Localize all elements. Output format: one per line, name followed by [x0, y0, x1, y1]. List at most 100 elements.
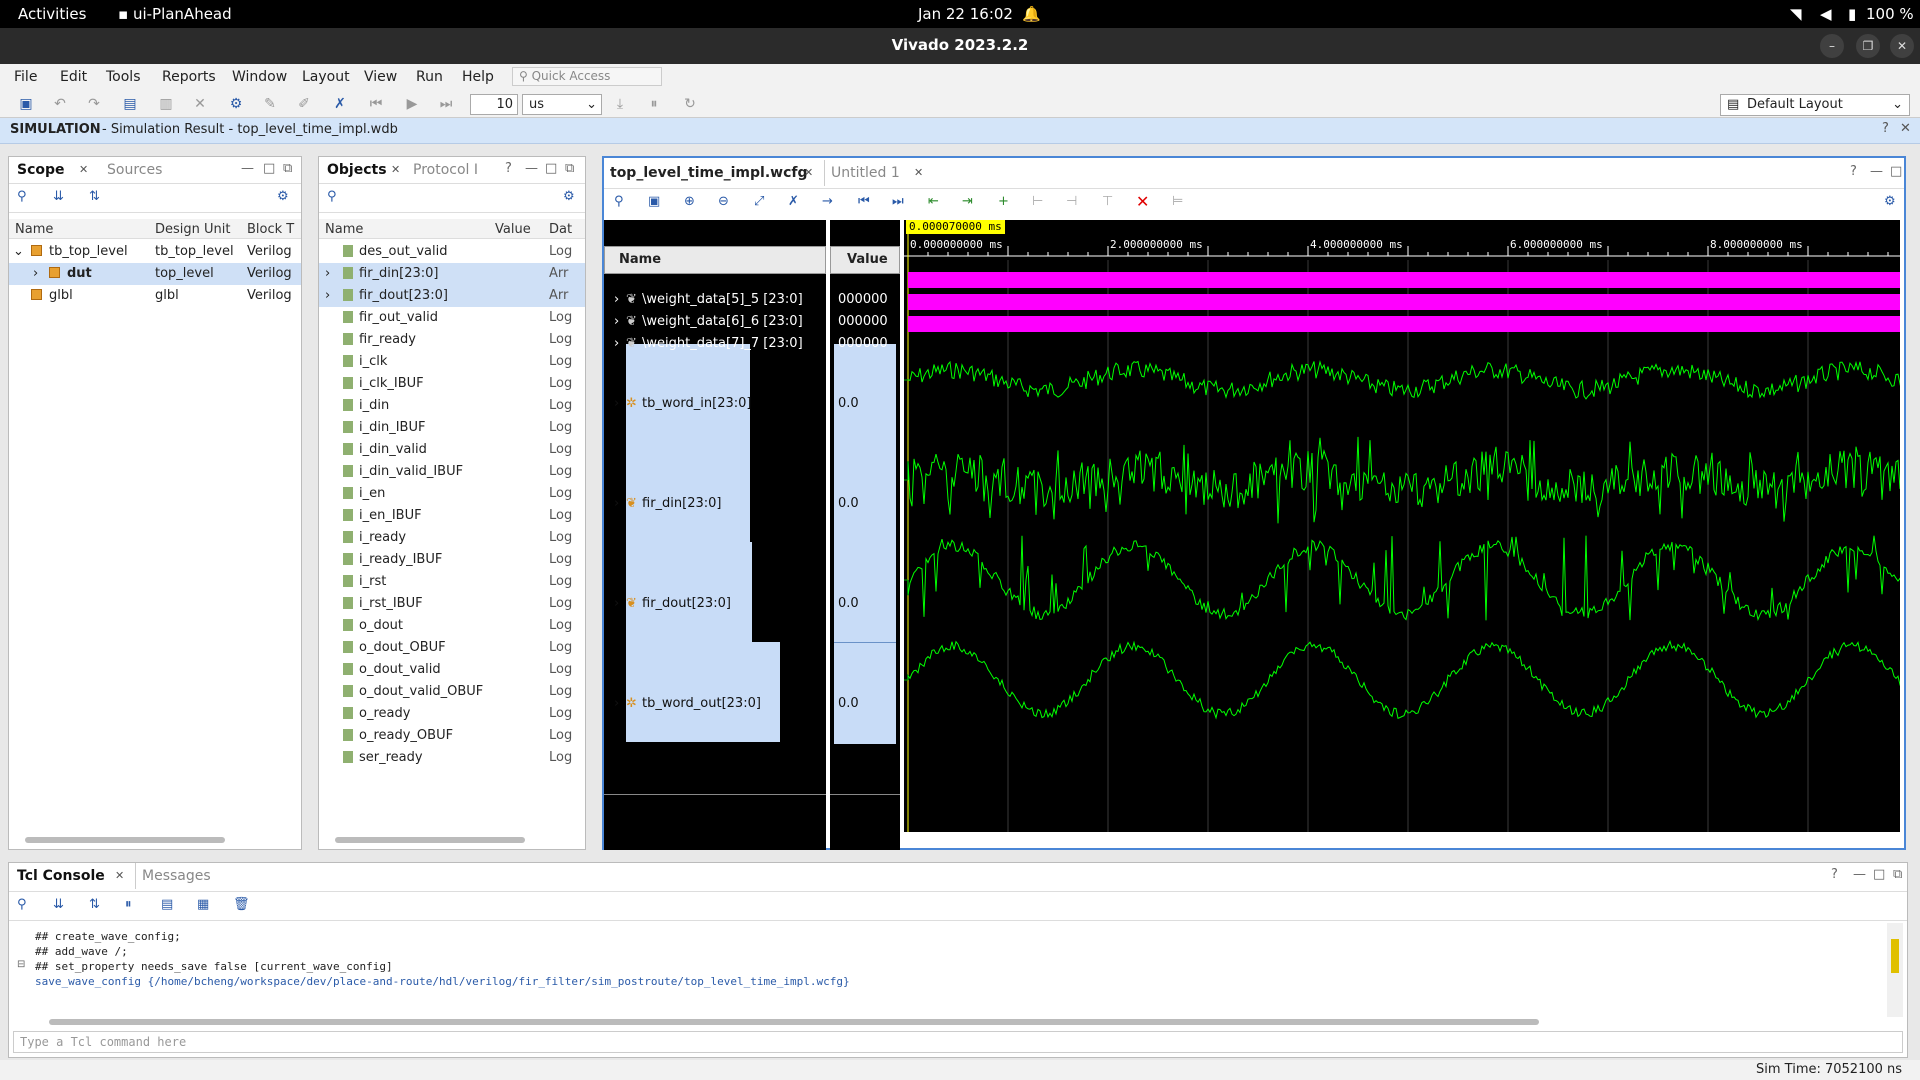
- object-row[interactable]: › fir_dout[23:0] Arr: [319, 285, 585, 307]
- paste-icon[interactable]: ▥: [156, 94, 176, 114]
- menu-help[interactable]: Help: [462, 69, 494, 85]
- fold-icon[interactable]: ⊟: [17, 959, 25, 970]
- tab-protocol[interactable]: Protocol I: [407, 157, 484, 183]
- wave-signal-name[interactable]: › ❦ fir_din[23:0]: [604, 494, 826, 514]
- wifi-icon[interactable]: ◥: [1790, 5, 1802, 23]
- go-to-end-icon[interactable]: ⏭: [892, 194, 904, 209]
- clock[interactable]: Jan 22 16:02: [918, 5, 1013, 23]
- menu-layout[interactable]: Layout: [302, 69, 350, 85]
- delete-icon[interactable]: ✕: [190, 94, 210, 114]
- vertical-scrollbar[interactable]: [1887, 923, 1903, 1017]
- object-row[interactable]: i_clk_IBUF Log: [319, 373, 585, 395]
- object-row[interactable]: › fir_din[23:0] Arr: [319, 263, 585, 285]
- close-icon[interactable]: ✕: [391, 163, 400, 176]
- tab-sources[interactable]: Sources: [101, 157, 168, 183]
- tab-waveform-config[interactable]: top_level_time_impl.wcfg: [610, 160, 808, 186]
- object-row[interactable]: fir_out_valid Log: [319, 307, 585, 329]
- scope-row[interactable]: ⌄ tb_top_level tb_top_level Verilog: [9, 241, 301, 263]
- chevron-right-icon[interactable]: ›: [614, 396, 619, 411]
- wave-signal-name[interactable]: › ❦ \weight_data[6]_6 [23:0]: [604, 312, 826, 332]
- scope-row[interactable]: › dut top_level Verilog: [9, 263, 301, 285]
- object-row[interactable]: o_dout Log: [319, 615, 585, 637]
- object-row[interactable]: i_ready Log: [319, 527, 585, 549]
- ruler-icon[interactable]: ⊨: [1172, 194, 1183, 209]
- collapse-all-icon[interactable]: ⇊: [53, 189, 64, 204]
- help-icon[interactable]: ?: [1882, 121, 1889, 136]
- tcl-command-input[interactable]: Type a Tcl command here: [13, 1031, 1903, 1053]
- object-row[interactable]: i_rst_IBUF Log: [319, 593, 585, 615]
- run-for-icon[interactable]: ⏭: [436, 94, 456, 114]
- col-name[interactable]: Name: [325, 222, 363, 237]
- name-header-cell[interactable]: Name: [604, 246, 826, 274]
- minimize-icon[interactable]: —: [1853, 867, 1866, 882]
- go-to-start-icon[interactable]: ⏮: [858, 194, 870, 209]
- menu-tools[interactable]: Tools: [106, 69, 141, 85]
- close-icon[interactable]: ✕: [804, 166, 813, 179]
- prev-marker-icon[interactable]: ⊢: [1032, 194, 1043, 209]
- close-icon[interactable]: ✕: [79, 163, 88, 176]
- wave-signal-name[interactable]: › ❦ \weight_data[5]_5 [23:0]: [604, 290, 826, 310]
- next-marker-icon[interactable]: ⊣: [1066, 194, 1077, 209]
- pause-icon[interactable]: ⏸: [644, 94, 664, 114]
- tool-a-icon[interactable]: ✎: [260, 94, 280, 114]
- tool-c-icon[interactable]: ✗: [330, 94, 350, 114]
- undo-icon[interactable]: ↶: [50, 94, 70, 114]
- close-button[interactable]: ✕: [1890, 34, 1914, 58]
- waveform-canvas[interactable]: 0.000070000 ms 0.000000000 ms 2.000000000…: [904, 220, 1900, 832]
- run-time-input[interactable]: 10: [470, 94, 518, 115]
- cursor-time-label[interactable]: 0.000070000 ms: [906, 220, 1005, 234]
- float-icon[interactable]: ⧉: [283, 161, 292, 176]
- search-icon[interactable]: ⚲: [17, 189, 27, 204]
- layout-select[interactable]: ▤ Default Layout ⌄: [1720, 94, 1910, 116]
- expand-all-icon[interactable]: ⇅: [89, 897, 100, 912]
- object-row[interactable]: o_dout_valid Log: [319, 659, 585, 681]
- copy-icon[interactable]: ▤: [120, 94, 140, 114]
- menu-view[interactable]: View: [364, 69, 397, 85]
- chevron-down-icon[interactable]: ⌄: [13, 244, 24, 259]
- tab-untitled[interactable]: Untitled 1: [824, 160, 900, 186]
- help-icon[interactable]: ?: [1831, 867, 1838, 882]
- table-icon[interactable]: ▦: [197, 897, 209, 912]
- chevron-right-icon[interactable]: ›: [325, 266, 330, 281]
- search-icon[interactable]: ⚲: [17, 897, 27, 912]
- maximize-icon[interactable]: □: [545, 161, 557, 176]
- settings-icon[interactable]: ⚙: [226, 94, 246, 114]
- chevron-right-icon[interactable]: ›: [614, 496, 619, 511]
- chevron-right-icon[interactable]: ›: [614, 696, 619, 711]
- maximize-icon[interactable]: □: [1890, 164, 1902, 179]
- wave-signal-name[interactable]: › ✲ tb_word_out[23:0]: [604, 694, 826, 714]
- menu-window[interactable]: Window: [232, 69, 287, 85]
- menu-run[interactable]: Run: [416, 69, 443, 85]
- value-header-cell[interactable]: Value: [830, 246, 900, 274]
- zoom-out-icon[interactable]: ⊖: [718, 194, 729, 209]
- horizontal-scrollbar[interactable]: [335, 837, 525, 843]
- help-icon[interactable]: ?: [505, 161, 512, 176]
- step-icon[interactable]: ⤓: [610, 94, 630, 114]
- run-all-icon[interactable]: ▶: [402, 94, 422, 114]
- object-row[interactable]: i_din_IBUF Log: [319, 417, 585, 439]
- chevron-right-icon[interactable]: ›: [614, 596, 619, 611]
- next-transition-icon[interactable]: ⇥: [962, 194, 973, 209]
- zoom-fit-icon[interactable]: ⤢: [754, 194, 764, 209]
- object-row[interactable]: i_en Log: [319, 483, 585, 505]
- object-row[interactable]: o_dout_OBUF Log: [319, 637, 585, 659]
- maximize-icon[interactable]: □: [263, 161, 275, 176]
- redo-icon[interactable]: ↷: [84, 94, 104, 114]
- minimize-button[interactable]: –: [1820, 34, 1844, 58]
- help-icon[interactable]: ?: [1850, 164, 1857, 179]
- activities-button[interactable]: Activities: [18, 5, 86, 23]
- quick-access-input[interactable]: ⚲ Quick Access: [512, 67, 662, 86]
- snap-icon[interactable]: →: [822, 194, 833, 209]
- wave-signal-name[interactable]: › ❦ fir_dout[23:0]: [604, 594, 826, 614]
- tab-messages[interactable]: Messages: [135, 863, 217, 889]
- restart-icon[interactable]: ⏮: [366, 94, 386, 114]
- object-row[interactable]: o_dout_valid_OBUF Log: [319, 681, 585, 703]
- minimize-icon[interactable]: —: [241, 161, 254, 176]
- battery-icon[interactable]: ▮: [1848, 5, 1856, 23]
- object-row[interactable]: i_rst Log: [319, 571, 585, 593]
- delete-marker-icon[interactable]: ✕: [1136, 192, 1149, 211]
- tool-b-icon[interactable]: ✐: [294, 94, 314, 114]
- swap-cursor-icon[interactable]: ⊤: [1102, 194, 1113, 209]
- col-design-unit[interactable]: Design Unit: [155, 222, 230, 237]
- add-marker-icon[interactable]: +: [998, 194, 1009, 209]
